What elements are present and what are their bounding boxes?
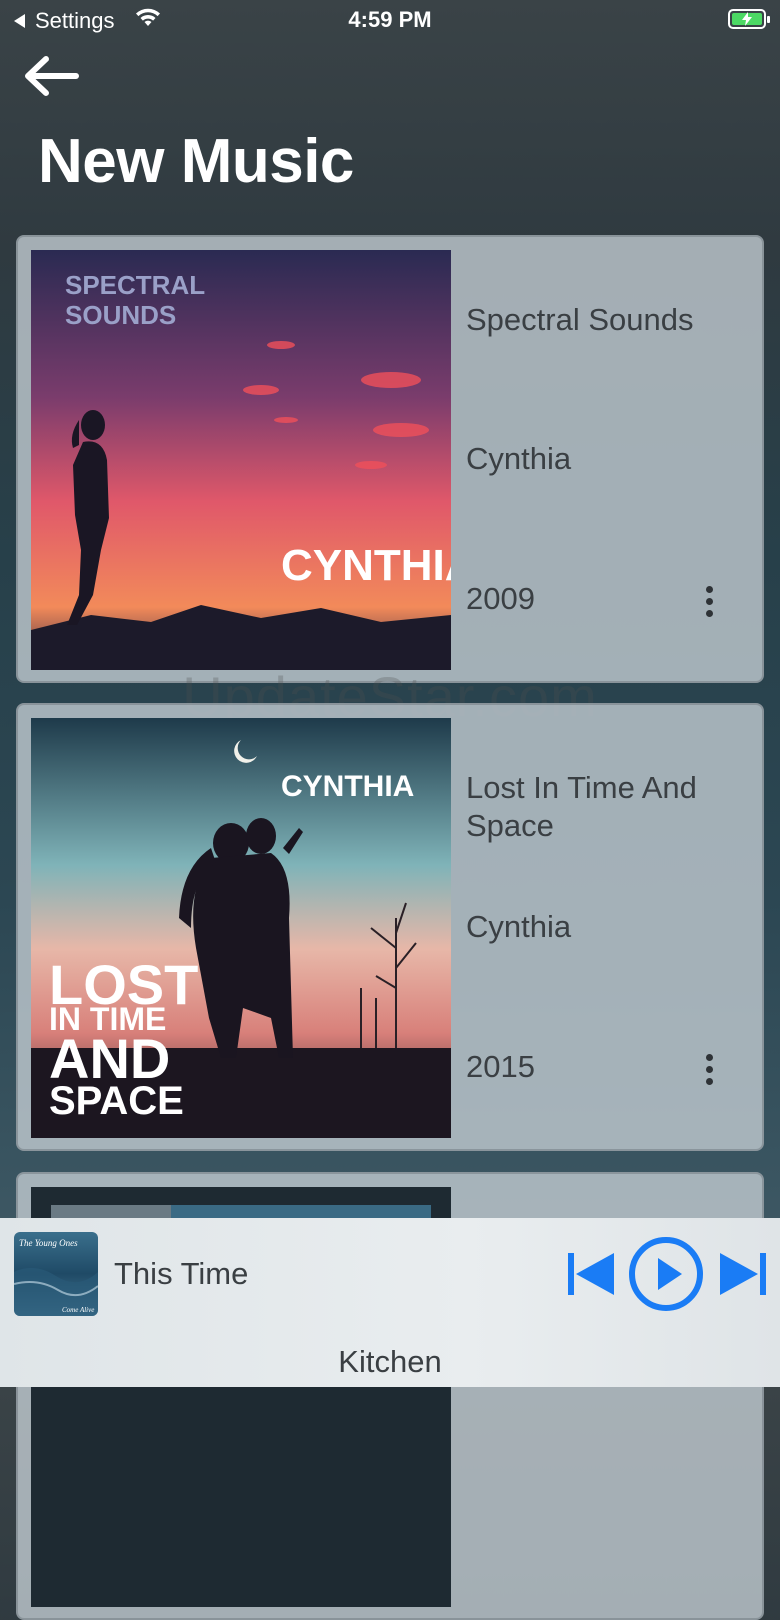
skip-previous-icon[interactable] — [566, 1251, 616, 1297]
more-vertical-icon[interactable] — [694, 1049, 724, 1089]
battery-icon — [728, 9, 770, 29]
album-title: Spectral Sounds — [466, 302, 694, 337]
album-art: CYNTHIA LOST IN TIME AND SPACE — [31, 718, 451, 1138]
back-arrow-icon[interactable] — [20, 52, 82, 100]
art-text-top: CYNTHIA — [281, 770, 414, 803]
album-year: 2015 — [466, 1049, 535, 1084]
album-art: SPECTRAL SOUNDS CYNTHIA — [31, 250, 451, 670]
status-time: 4:59 PM — [348, 7, 432, 32]
art-text-bottom-4: SPACE — [49, 1079, 184, 1123]
album-title: Lost In Time And Space — [466, 770, 697, 843]
art-text-bottom: CYNTHIA — [281, 541, 451, 590]
art-text-top-2: SOUNDS — [65, 300, 176, 330]
now-playing-bar[interactable]: The Young Ones Come Alive This Time Kitc… — [0, 1218, 780, 1387]
page-title: New Music — [38, 127, 354, 196]
status-bar: Settings 4:59 PM — [0, 0, 780, 40]
more-vertical-icon[interactable] — [694, 581, 724, 621]
art-text-top: SPECTRAL — [65, 270, 205, 300]
now-playing-track: This Time — [114, 1256, 249, 1291]
album-card-lost-in-time[interactable]: CYNTHIA LOST IN TIME AND SPACE Lost In T… — [16, 703, 764, 1151]
skip-next-icon[interactable] — [718, 1251, 768, 1297]
thumb-text-bottom: Come Alive — [62, 1306, 94, 1314]
album-artist: Cynthia — [466, 909, 572, 944]
album-year: 2009 — [466, 581, 535, 616]
play-icon[interactable] — [628, 1236, 704, 1312]
now-playing-device[interactable]: Kitchen — [0, 1344, 780, 1380]
album-card-spectral-sounds[interactable]: SPECTRAL SOUNDS CYNTHIA Spectral Sounds … — [16, 235, 764, 683]
now-playing-artwork[interactable]: The Young Ones Come Alive — [14, 1232, 98, 1316]
thumb-text-top: The Young Ones — [19, 1238, 78, 1248]
album-artist: Cynthia — [466, 441, 572, 476]
